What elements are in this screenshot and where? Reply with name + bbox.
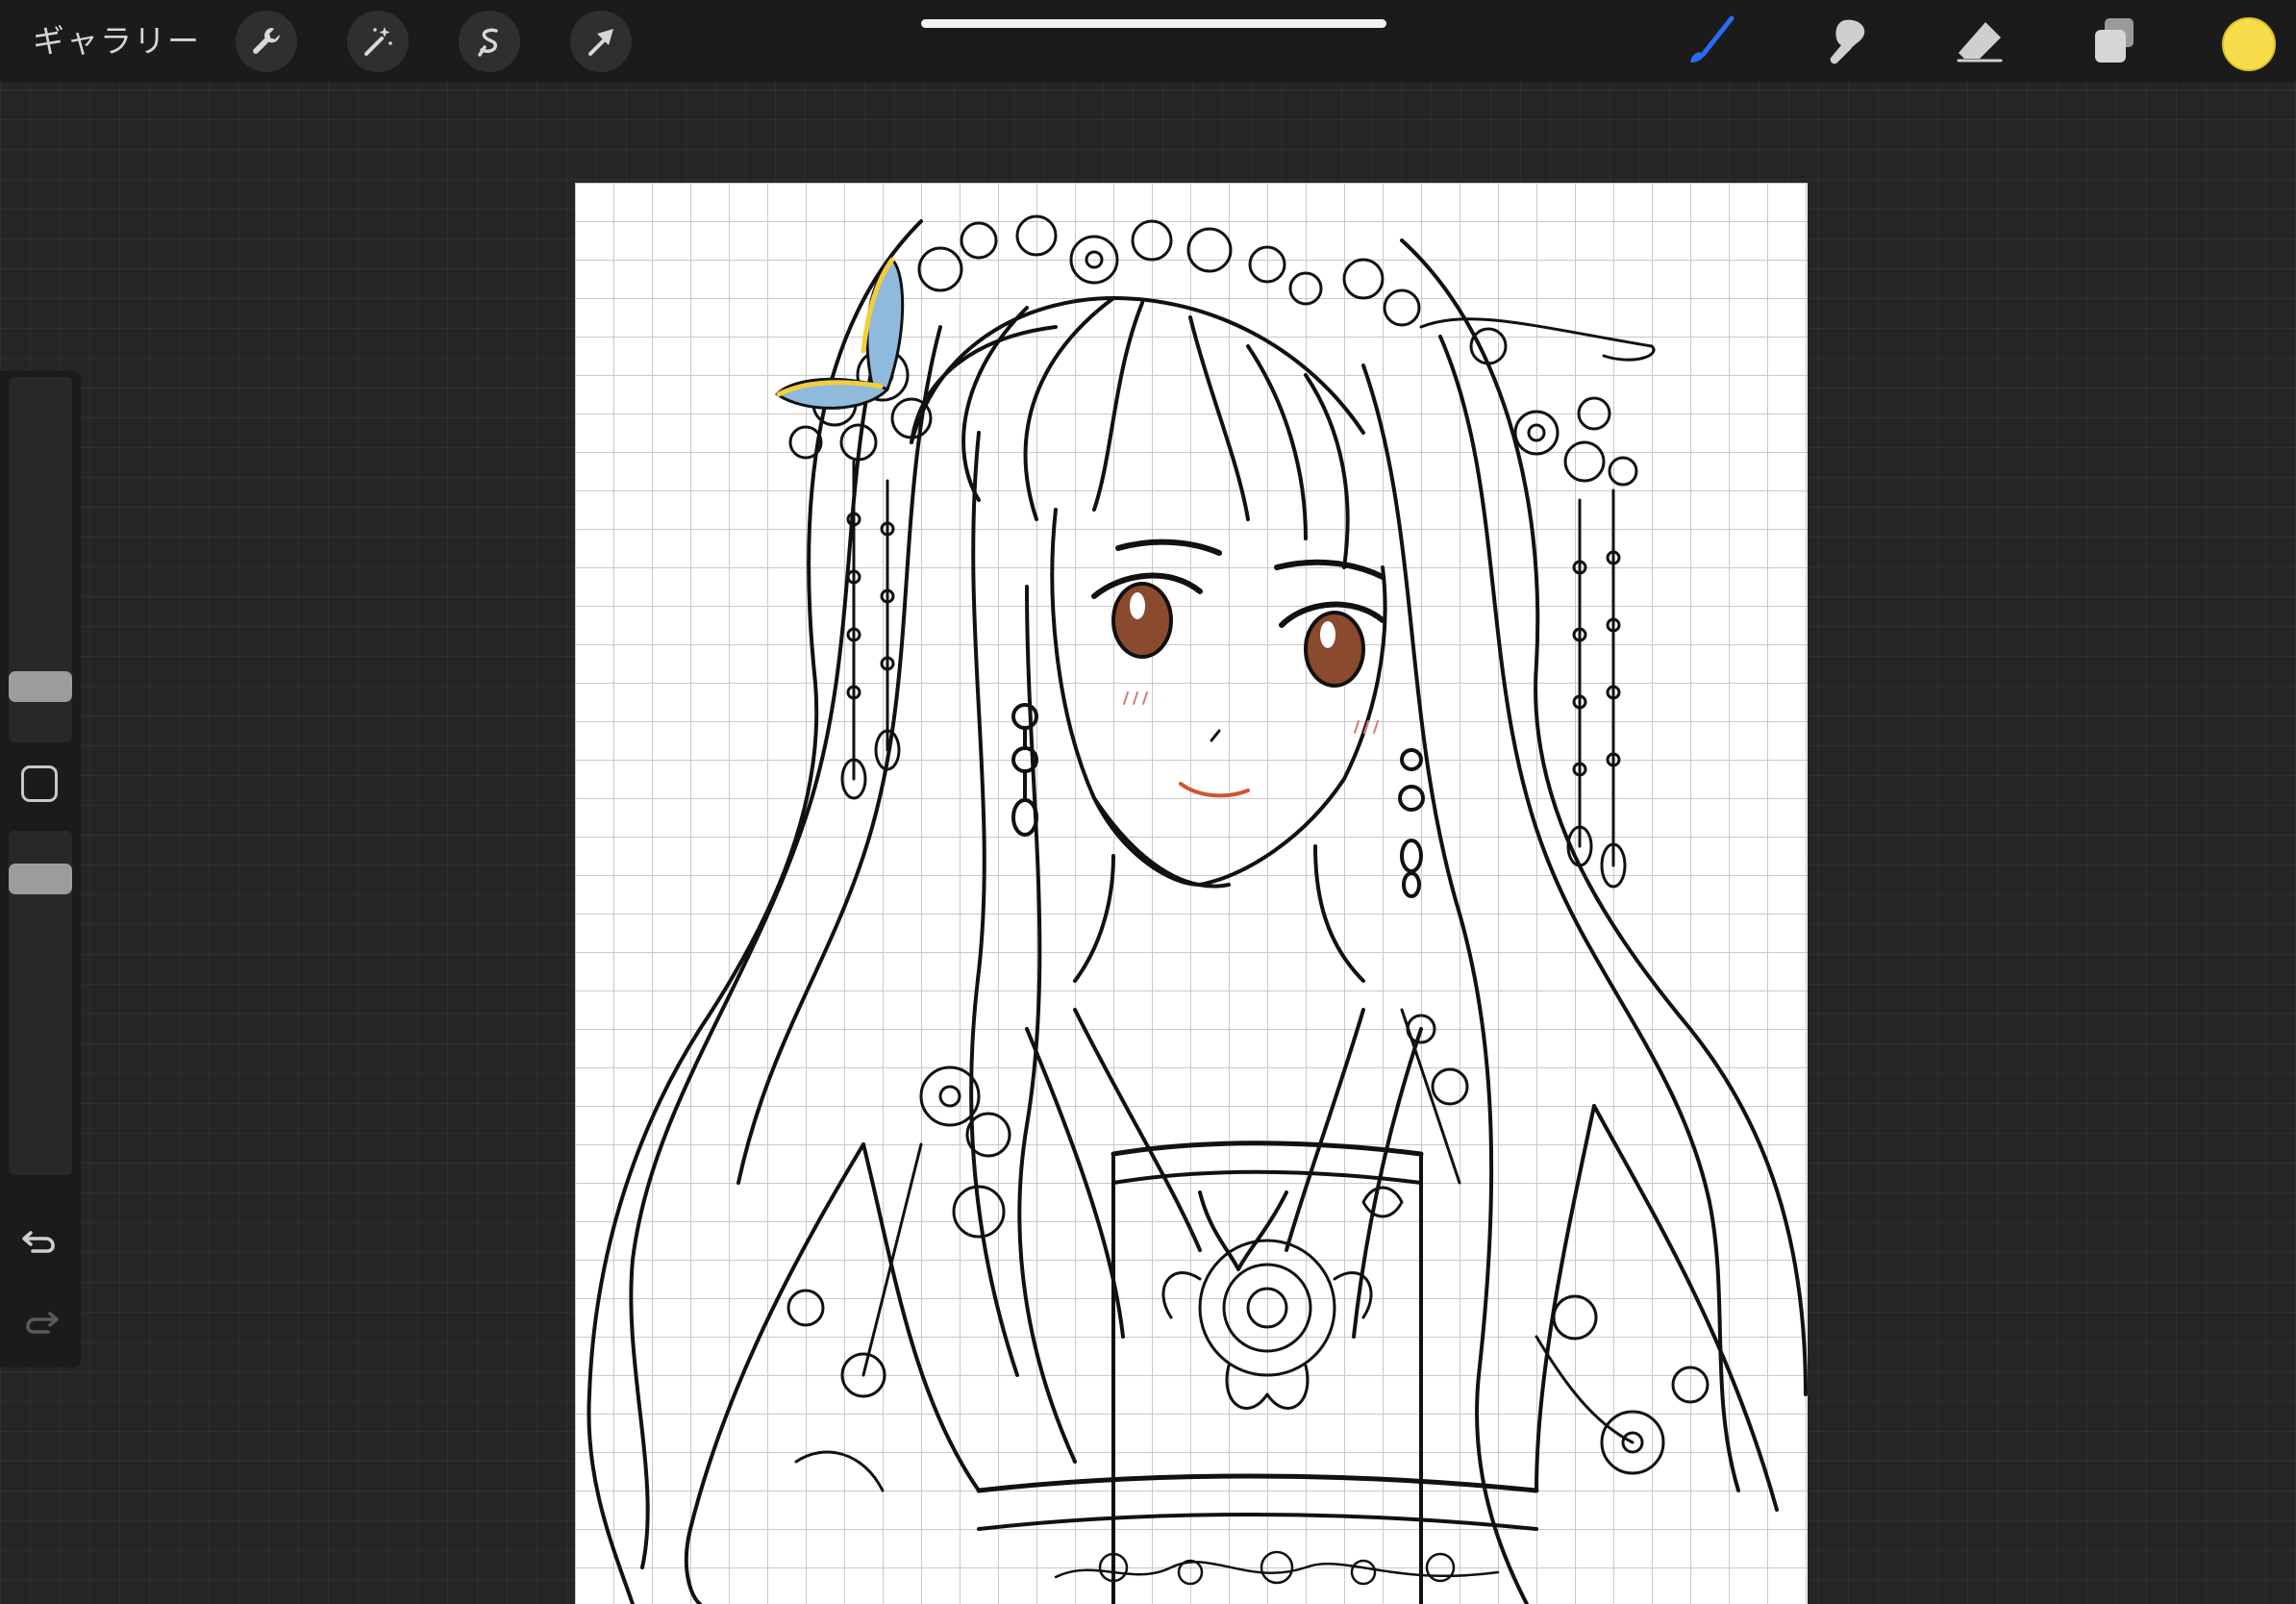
gallery-button[interactable]: ギャラリー (33, 19, 201, 63)
line-art-illustration (586, 214, 1808, 1604)
transform-button[interactable] (570, 11, 632, 72)
opacity-knob[interactable] (9, 864, 72, 894)
selection-button[interactable] (459, 11, 520, 72)
color-picker-swatch[interactable] (2222, 17, 2276, 71)
eraser-tool-button[interactable] (1951, 13, 2009, 70)
magic-wand-icon (364, 27, 392, 56)
left-sidebar (0, 371, 81, 1367)
arrow-cursor-icon (588, 29, 613, 56)
redo-icon[interactable] (19, 1300, 62, 1342)
butterfly-drawing (775, 257, 905, 410)
smudge-tool-button[interactable] (1816, 13, 1874, 70)
actions-button[interactable] (236, 11, 297, 72)
brush-icon (1690, 15, 1734, 63)
wrench-icon (253, 28, 280, 54)
layers-icon (2095, 18, 2134, 63)
selection-icon (478, 28, 498, 57)
layers-button[interactable] (2085, 13, 2143, 70)
undo-icon[interactable] (19, 1219, 62, 1262)
brush-tool-button[interactable] (1682, 13, 1739, 70)
brush-size-knob[interactable] (9, 671, 72, 702)
drawing-canvas[interactable] (575, 183, 1808, 1604)
top-toolbar: ギャラリー (0, 0, 2296, 83)
window-grabber[interactable] (921, 19, 1386, 28)
modify-button[interactable] (21, 765, 58, 802)
eraser-icon (1957, 22, 2003, 63)
adjustments-button[interactable] (347, 11, 409, 72)
smudge-icon (1830, 19, 1865, 64)
